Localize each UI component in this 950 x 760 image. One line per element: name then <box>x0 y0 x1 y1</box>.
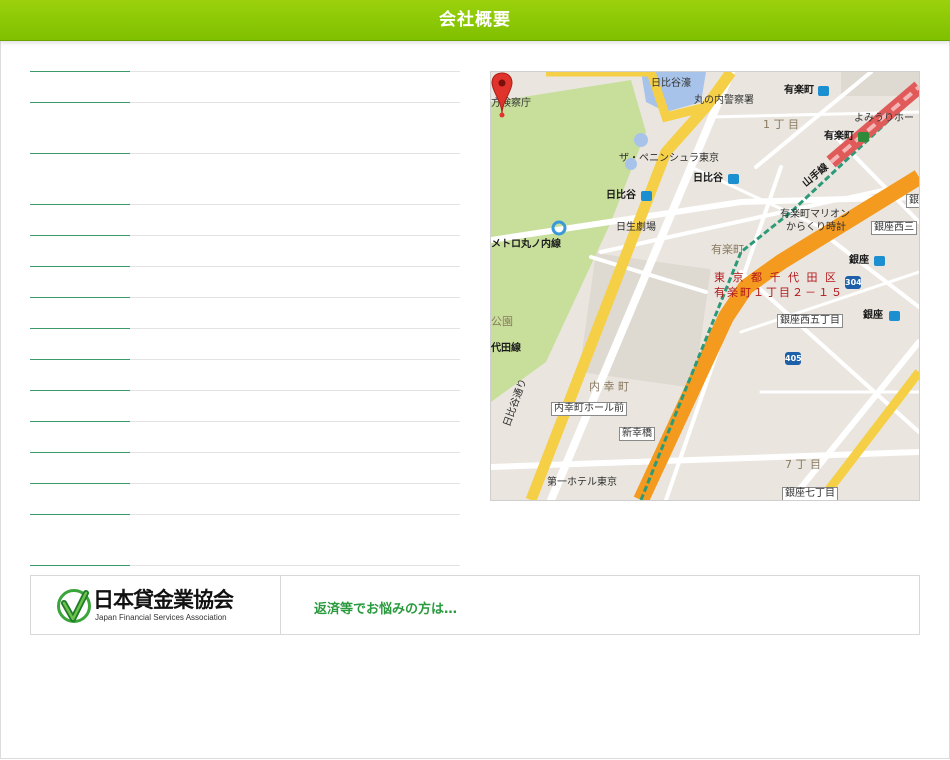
map-label-itchome: 1 丁 目 <box>763 118 799 131</box>
table-row <box>30 514 460 565</box>
company-info-table <box>30 71 460 566</box>
map-label-hibiya-left: 日比谷 <box>606 190 636 201</box>
map-address-line2: 有楽町１丁目２－１５ <box>714 286 844 299</box>
table-row <box>30 153 460 204</box>
jfsa-banner[interactable]: 日本貸金業協会 Japan Financial Services Associa… <box>30 575 920 635</box>
map-label-yomiuri-hall: よみうりホー <box>854 113 914 124</box>
table-row <box>30 565 460 566</box>
table-row <box>30 297 460 328</box>
map-label-chiyoda-line: 代田線 <box>491 343 521 354</box>
map-label-uchisaiwaicho-hall: 内幸町ホール前 <box>551 402 627 416</box>
jr-station-icon <box>858 132 869 142</box>
jfsa-name-en: Japan Financial Services Association <box>95 613 227 622</box>
checkmark-logo-icon <box>57 589 91 623</box>
map-label-shinsaiwaibashi: 新幸橋 <box>619 427 655 441</box>
metro-icon <box>889 311 900 321</box>
metro-icon <box>728 174 739 184</box>
map-label-daiichi-hotel: 第一ホテル東京 <box>547 477 617 488</box>
map-label-ginza-edge: 銀 <box>906 194 919 208</box>
map-label-hibiya-right: 日比谷 <box>693 173 723 184</box>
table-row <box>30 266 460 297</box>
metro-icon <box>874 256 885 266</box>
map-label-marunouchi-police: 丸の内警察署 <box>694 95 754 106</box>
page-title: 会社概要 <box>439 10 511 30</box>
table-row <box>30 71 460 102</box>
table-row <box>30 421 460 452</box>
map-label-ginza-west3: 銀座西三 <box>871 221 917 235</box>
table-row <box>30 452 460 483</box>
map-label-hibiya-moat: 日比谷濠 <box>651 78 691 89</box>
route-shield: 405 <box>785 352 802 365</box>
table-row <box>30 204 460 235</box>
table-row <box>30 390 460 421</box>
map-label-yurakucho-top: 有楽町 <box>784 85 814 96</box>
map-label-peninsula: ザ・ペニンシュラ東京 <box>619 153 719 164</box>
location-pin-icon[interactable] <box>491 72 513 118</box>
table-row <box>30 359 460 390</box>
jfsa-logo[interactable]: 日本貸金業協会 Japan Financial Services Associa… <box>57 588 247 624</box>
map-label-ginza-station2: 銀座 <box>863 310 883 321</box>
map-label-yurakucho-jr: 有楽町 <box>824 131 854 142</box>
metro-icon <box>818 86 829 96</box>
location-map[interactable]: 日比谷濠 丸の内警察署 有楽町 よみうりホー 方検察庁 1 丁 目 有楽町 ザ・… <box>490 71 920 501</box>
header-bar: 会社概要 <box>0 0 950 41</box>
table-row <box>30 483 460 514</box>
map-label-karakuri-clock: からくり時計 <box>786 222 846 233</box>
map-label-ginza-station: 銀座 <box>849 255 869 266</box>
table-row <box>30 328 460 359</box>
map-label-uchisaiwaicho: 内 幸 町 <box>589 380 629 393</box>
banner-divider <box>280 576 281 634</box>
table-row <box>30 102 460 153</box>
map-label-yurakucho-marion: 有楽町マリオン <box>780 209 850 220</box>
table-row <box>30 235 460 266</box>
map-label-ginza-west5: 銀座西五丁目 <box>777 314 843 328</box>
repayment-consultation-link[interactable]: 返済等でお悩みの方は… <box>314 598 457 617</box>
map-label-ginza-seven: 銀座七丁目 <box>782 487 838 500</box>
route-shield: 304 <box>845 276 862 289</box>
metro-icon <box>641 191 652 201</box>
map-label-nissay-theater: 日生劇場 <box>616 222 656 233</box>
map-label-park: 公園 <box>491 315 513 328</box>
map-label-metro-marunouchi: メトロ丸ノ内線 <box>491 239 561 250</box>
jfsa-name: 日本貸金業協会 <box>93 588 234 612</box>
map-address-line1: 東 京 都 千 代 田 区 <box>714 271 838 284</box>
map-label-yurakucho-area: 有楽町 <box>711 243 744 256</box>
map-label-seven-chome: 7 丁 目 <box>785 458 821 471</box>
